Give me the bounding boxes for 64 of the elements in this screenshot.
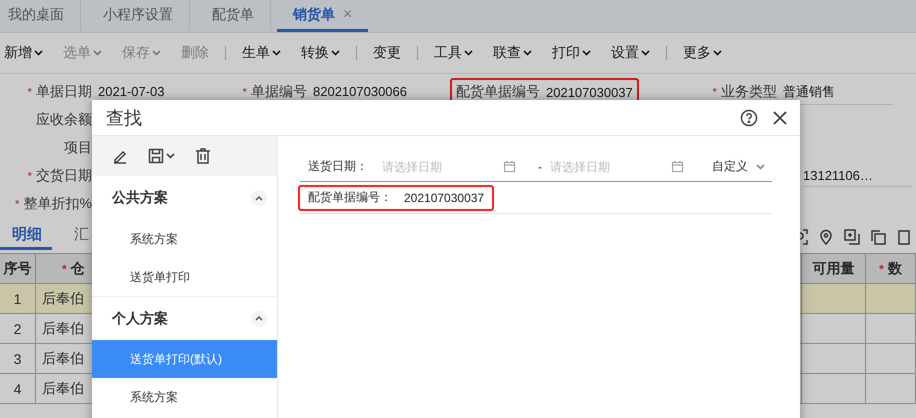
start-date-field[interactable]: 请选择日期 (380, 158, 504, 174)
column-header: 序号 (0, 254, 36, 284)
calendar-icon (504, 161, 515, 172)
page-tab[interactable]: 销货单 × (277, 0, 368, 32)
column-header: 可用量 (802, 254, 866, 284)
range-mode-dropdown[interactable]: 自定义 (712, 158, 765, 175)
trash-icon[interactable] (195, 148, 211, 164)
caret-icon (166, 153, 175, 159)
column-header: * 数 (866, 254, 916, 284)
field-value: 13121106… (803, 165, 913, 187)
filter-value: 202107030037 (404, 190, 484, 204)
field-label: 应收余额 (35, 111, 93, 129)
location-pin-icon[interactable] (818, 229, 834, 245)
toolbar-button[interactable]: 生单 (232, 44, 291, 62)
table-cell: 2 (0, 314, 36, 344)
toolbar-button[interactable]: 转换 (291, 44, 350, 62)
toolbar-button[interactable]: 打印 (542, 44, 601, 62)
table-cell: 1 (0, 284, 36, 314)
page-tab[interactable]: 配货单 (196, 0, 271, 32)
toolbar-button[interactable]: 变更 (363, 44, 411, 62)
table-cell (866, 284, 916, 314)
toolbar-button[interactable]: 新增 (0, 44, 53, 62)
caret-icon (756, 164, 765, 170)
field-value: 202107030037 (546, 84, 633, 102)
collapse-button[interactable] (251, 190, 267, 206)
field-label: 配货单据编号 (456, 83, 541, 101)
field-label: * 业务类型 (711, 83, 778, 101)
add-copy-icon[interactable] (844, 229, 860, 245)
page-tab[interactable]: 我的桌面 (0, 0, 81, 32)
close-icon[interactable] (772, 110, 788, 126)
help-icon[interactable] (740, 108, 758, 126)
filter-label: 送货日期： (307, 158, 368, 175)
toolbar-button[interactable]: 设置 (601, 44, 660, 62)
table-cell (802, 284, 866, 314)
copy-icon[interactable] (870, 229, 886, 245)
end-date-field[interactable]: 请选择日期 (548, 158, 672, 174)
range-separator: - (538, 160, 542, 174)
table-cell (802, 374, 866, 404)
filter-label: 配货单据编号： (307, 189, 392, 206)
field-label: * 单据编号 (241, 83, 308, 101)
chevron-icon (255, 196, 263, 200)
table-cell: 4 (0, 374, 36, 404)
toolbar-button[interactable]: 联查 (483, 44, 542, 62)
chevron-icon (255, 316, 263, 321)
table-cell (802, 314, 866, 344)
table-cell: 3 (0, 344, 36, 374)
scheme-group-title: 公共方案 (112, 189, 168, 207)
toolbar-button[interactable]: 工具 (424, 44, 483, 62)
field-label: * 整单折扣% (14, 195, 93, 213)
field-label: 项目 (63, 139, 93, 157)
toolbar-button[interactable]: 更多 (673, 44, 732, 62)
field-label: * 交货日期 (26, 167, 93, 185)
table-cell (802, 344, 866, 374)
table-cell (866, 344, 916, 374)
calendar-icon (672, 161, 683, 172)
collapse-button[interactable] (251, 310, 267, 326)
page-tab[interactable]: 小程序设置 (87, 0, 190, 32)
save-icon[interactable] (148, 148, 164, 164)
dialog-title: 查找 (106, 106, 142, 130)
edit-icon[interactable] (112, 148, 128, 164)
detail-tab[interactable]: 明细 (0, 224, 52, 250)
document-icon[interactable] (896, 229, 912, 245)
table-cell (866, 314, 916, 344)
field-label: * 单据日期 (26, 83, 93, 101)
